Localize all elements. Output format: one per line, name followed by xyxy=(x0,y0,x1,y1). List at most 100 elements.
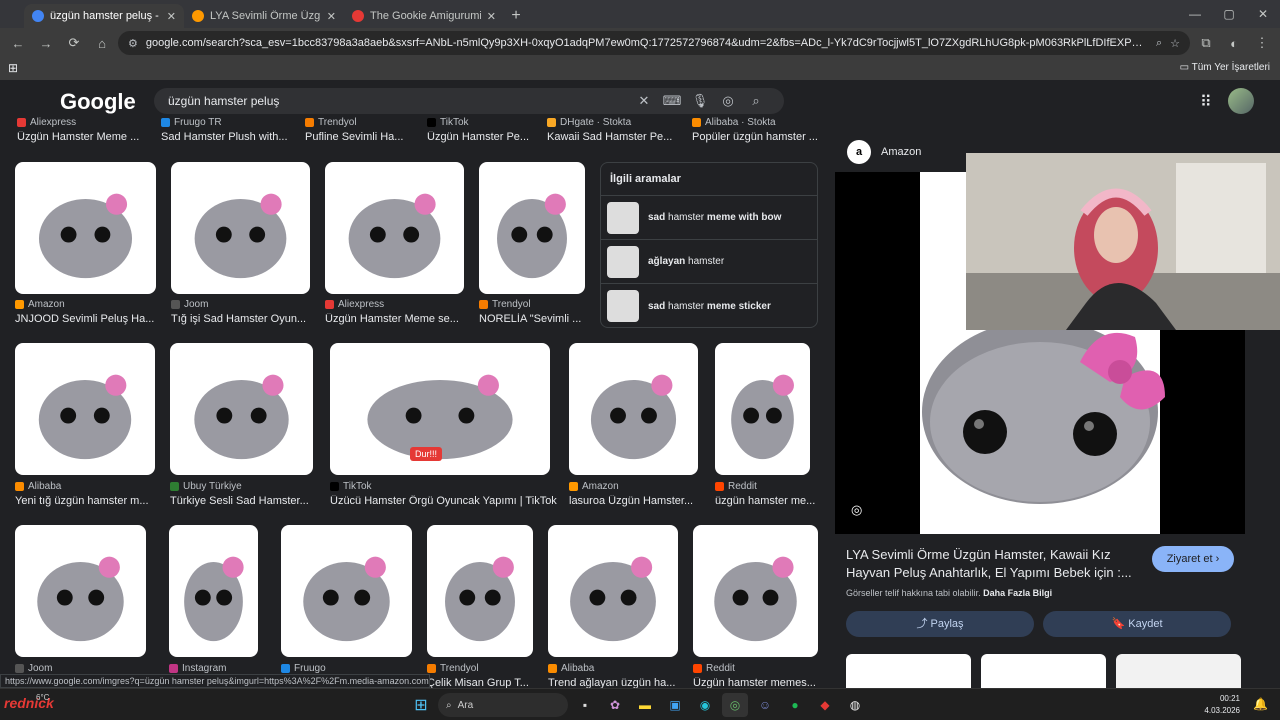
result-caption[interactable]: Tığ işi Sad Hamster Oyun... xyxy=(171,313,320,325)
result-source[interactable]: Joom xyxy=(171,299,208,310)
extensions-icon[interactable]: ⧉ xyxy=(1194,35,1218,51)
all-bookmarks-link[interactable]: ▭ Tüm Yer İşaretleri xyxy=(1180,62,1270,73)
result-caption[interactable]: Üzgün Hamster Meme se... xyxy=(325,313,474,325)
browser-tab[interactable]: The Gookie Amigurumi Sad Ha ✕ xyxy=(344,4,504,28)
browser-tab[interactable]: üzgün hamster peluş - Google'd ✕ xyxy=(24,4,184,28)
site-info-icon[interactable]: ⚙ xyxy=(128,37,138,50)
minimize-button[interactable]: — xyxy=(1178,0,1212,28)
related-search-item[interactable]: sad hamster meme sticker xyxy=(601,284,817,328)
related-search-item[interactable]: ağlayan hamster xyxy=(601,240,817,284)
taskbar-search[interactable]: ⌕ Ara xyxy=(438,693,568,717)
result-source[interactable]: Alibaba xyxy=(548,663,594,674)
result-source[interactable]: Fruugo xyxy=(281,663,326,674)
home-button[interactable]: ⌂ xyxy=(90,36,114,51)
thumb[interactable] xyxy=(981,654,1106,688)
close-window-button[interactable]: ✕ xyxy=(1246,0,1280,28)
result-source[interactable]: Alibaba xyxy=(15,481,61,492)
clock[interactable]: 00:21 4.03.2026 xyxy=(1204,693,1240,717)
result-thumbnail[interactable] xyxy=(325,162,464,294)
result-source[interactable]: Trendyol xyxy=(479,299,531,310)
result-thumbnail[interactable] xyxy=(170,343,313,475)
result-caption[interactable]: üzgün hamster me... xyxy=(715,495,820,507)
reload-button[interactable]: ⟳ xyxy=(62,35,86,51)
browser-tab[interactable]: LYA Sevimli Örme Üzgün Hamst ✕ xyxy=(184,4,344,28)
result-caption[interactable]: Türkiye Sesli Sad Hamster... xyxy=(170,495,323,507)
more-info-link[interactable]: Daha Fazla Bilgi xyxy=(983,588,1052,598)
zoom-icon[interactable]: ⌕ xyxy=(1156,37,1162,50)
result-source[interactable]: Amazon xyxy=(569,481,619,492)
copilot-icon[interactable]: ✿ xyxy=(602,693,628,717)
result-source[interactable]: Joom xyxy=(15,663,52,674)
media-icon[interactable]: ◆ xyxy=(812,693,838,717)
result-source[interactable]: Amazon xyxy=(15,299,65,310)
result-source[interactable]: Reddit xyxy=(715,481,757,492)
result-source[interactable]: TikTok xyxy=(330,481,372,492)
result-caption[interactable]: lasuroa Üzgün Hamster... xyxy=(569,495,708,507)
result-caption[interactable]: JNJOOD Sevimli Peluş Ha... xyxy=(15,313,166,325)
notification-icon[interactable]: 🔔 xyxy=(1253,697,1268,711)
thumb[interactable] xyxy=(846,654,971,688)
google-apps-icon[interactable]: ⠿ xyxy=(1200,92,1212,112)
result-caption[interactable]: Kawaii Sad Hamster Pe... xyxy=(547,131,687,143)
result-source[interactable]: DHgate · Stokta xyxy=(547,117,631,128)
result-caption[interactable]: Üzgün hamster memes... xyxy=(693,677,828,688)
result-caption[interactable]: Pufline Sevimli Ha... xyxy=(305,131,445,143)
result-source[interactable]: Aliexpress xyxy=(17,117,76,128)
windows-start-icon[interactable]: ⊞ xyxy=(408,693,434,717)
result-caption[interactable]: Yeni tığ üzgün hamster m... xyxy=(15,495,165,507)
menu-icon[interactable]: ⋮ xyxy=(1250,35,1274,51)
tab-close-icon[interactable]: ✕ xyxy=(167,10,176,23)
result-caption[interactable]: Üzgün Hamster Meme ... xyxy=(17,131,157,143)
result-caption[interactable]: Sad Hamster Plush with... xyxy=(161,131,301,143)
result-source[interactable]: Instagram xyxy=(169,663,226,674)
lens-search-icon[interactable]: ◎ xyxy=(851,502,862,518)
visit-button[interactable]: Ziyaret et › xyxy=(1152,546,1234,572)
result-source[interactable]: Reddit xyxy=(693,663,735,674)
result-caption[interactable]: Üzgün Hamster Pe... xyxy=(427,131,567,143)
result-source[interactable]: Alibaba · Stokta xyxy=(692,117,776,128)
result-thumbnail[interactable] xyxy=(281,525,412,657)
result-thumbnail[interactable] xyxy=(693,525,818,657)
save-button[interactable]: 🔖 Kaydet xyxy=(1043,611,1231,637)
result-thumbnail[interactable] xyxy=(15,162,156,294)
back-button[interactable]: ← xyxy=(6,36,30,51)
new-tab-button[interactable]: + xyxy=(504,4,528,28)
edge-icon[interactable]: ◉ xyxy=(692,693,718,717)
result-source[interactable]: Fruugo TR xyxy=(161,117,222,128)
result-thumbnail[interactable] xyxy=(715,343,810,475)
result-thumbnail[interactable] xyxy=(15,525,146,657)
share-button[interactable]: ⤴ Paylaş xyxy=(846,611,1034,637)
related-search-item[interactable]: sad hamster meme with bow xyxy=(601,196,817,240)
spotify-icon[interactable]: ● xyxy=(782,693,808,717)
result-thumbnail[interactable] xyxy=(569,343,698,475)
panel-site[interactable]: a Amazon xyxy=(847,140,921,164)
result-thumbnail[interactable] xyxy=(169,525,258,657)
result-caption[interactable]: Trend ağlayan üzgün ha... xyxy=(548,677,688,688)
result-caption[interactable]: Üzücü Hamster Örgü Oyuncak Yapımı | TikT… xyxy=(330,495,560,507)
avatar[interactable] xyxy=(1228,88,1254,114)
tab-close-icon[interactable]: ✕ xyxy=(327,10,336,23)
result-thumbnail[interactable] xyxy=(548,525,678,657)
result-caption[interactable]: Popüler üzgün hamster ... xyxy=(692,131,832,143)
result-source[interactable]: Ubuy Türkiye xyxy=(170,481,242,492)
panel-title[interactable]: LYA Sevimli Örme Üzgün Hamster, Kawaii K… xyxy=(846,546,1136,582)
chrome-icon[interactable]: ◎ xyxy=(722,693,748,717)
forward-button[interactable]: → xyxy=(34,36,58,51)
result-source[interactable]: TikTok xyxy=(427,117,469,128)
result-caption[interactable]: Çelik Misan Grup T... xyxy=(427,677,543,688)
result-source[interactable]: Aliexpress xyxy=(325,299,384,310)
result-source[interactable]: Trendyol xyxy=(427,663,479,674)
thumb[interactable] xyxy=(1116,654,1241,688)
address-bar[interactable]: ⚙ google.com/search?sca_esv=1bcc83798a3a… xyxy=(118,31,1190,55)
result-thumbnail[interactable] xyxy=(427,525,533,657)
file-explorer-icon[interactable]: ▬ xyxy=(632,693,658,717)
profile-icon[interactable]: ◐ xyxy=(1222,36,1246,51)
maximize-button[interactable]: ▢ xyxy=(1212,0,1246,28)
result-caption[interactable]: NORELİA "Sevimli ... xyxy=(479,313,595,325)
task-view-icon[interactable]: ▪ xyxy=(572,693,598,717)
weather-temp[interactable]: 6°C xyxy=(36,693,49,702)
bookmark-star-icon[interactable]: ☆ xyxy=(1170,37,1180,50)
store-icon[interactable]: ▣ xyxy=(662,693,688,717)
discord-icon[interactable]: ☺ xyxy=(752,693,778,717)
result-thumbnail[interactable] xyxy=(479,162,585,294)
